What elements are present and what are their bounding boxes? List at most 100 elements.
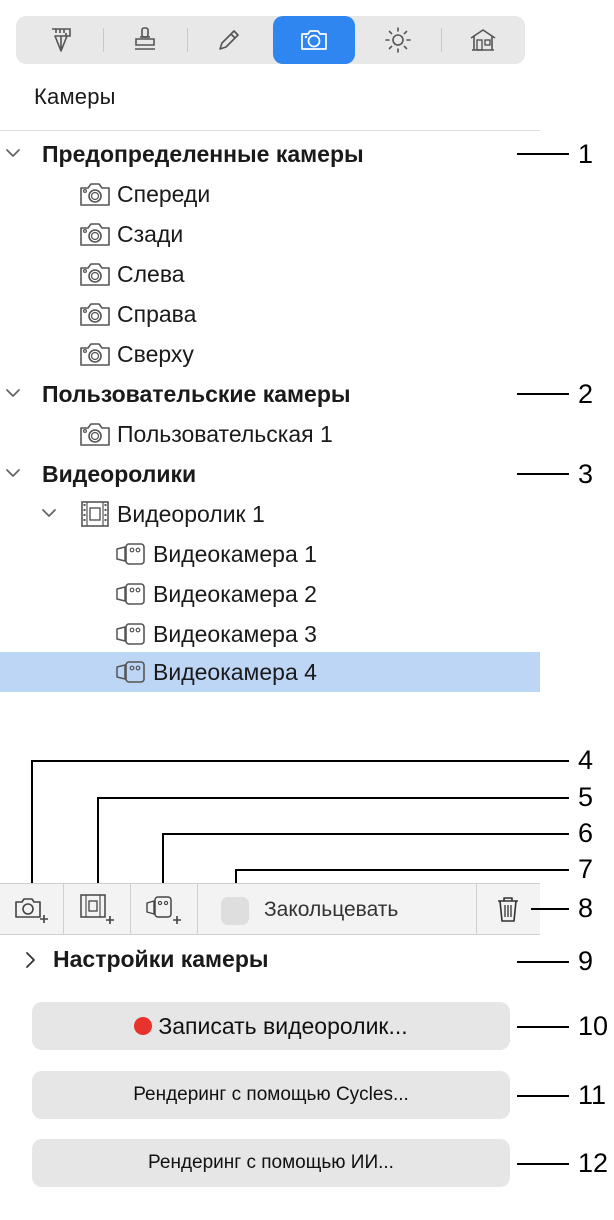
list-item-camera[interactable]: Спереди bbox=[0, 174, 540, 214]
tab-lighting[interactable] bbox=[357, 16, 439, 64]
view-mode-toolbar bbox=[16, 16, 525, 64]
callout-line bbox=[235, 869, 569, 871]
callout-number: 8 bbox=[578, 893, 594, 923]
add-camera-button[interactable] bbox=[0, 884, 62, 934]
item-label: Сзади bbox=[117, 221, 184, 247]
group-label: Предопределенные камеры bbox=[42, 141, 364, 167]
render-cycles-label: Рендеринг с помощью Cycles... bbox=[133, 1084, 409, 1105]
callout-line bbox=[517, 1026, 569, 1028]
house-icon bbox=[470, 29, 496, 51]
camera-icon bbox=[78, 179, 112, 209]
add-video-icon bbox=[79, 894, 114, 924]
item-label: Видеоролик 1 bbox=[117, 501, 265, 527]
list-item-camera[interactable]: Слева bbox=[0, 254, 540, 294]
list-item-videocamera[interactable]: Видеокамера 2 bbox=[0, 574, 540, 614]
list-item-camera[interactable]: Сзади bbox=[0, 214, 540, 254]
add-camera-icon bbox=[15, 898, 48, 923]
videocamera-icon bbox=[114, 579, 148, 609]
section-divider bbox=[0, 130, 540, 131]
callout-number: 3 bbox=[578, 459, 594, 489]
callout-number: 2 bbox=[578, 379, 594, 409]
callout-line bbox=[31, 760, 569, 762]
callout-number: 7 bbox=[578, 854, 594, 884]
callout-number: 11 bbox=[578, 1080, 607, 1110]
tab-stamp[interactable] bbox=[104, 16, 186, 64]
add-video-button[interactable] bbox=[64, 884, 129, 934]
item-label: Слева bbox=[117, 261, 185, 287]
loop-label: Закольцевать bbox=[264, 898, 399, 921]
callout-number: 10 bbox=[578, 1011, 609, 1041]
camera-icon bbox=[78, 339, 112, 369]
item-label: Видеокамера 4 bbox=[153, 659, 317, 685]
list-item-camera[interactable]: Пользовательская 1 bbox=[0, 414, 540, 454]
chevron-down-icon[interactable] bbox=[4, 384, 22, 402]
videocamera-icon bbox=[114, 539, 148, 569]
camera-icon bbox=[78, 299, 112, 329]
render-ai-button[interactable]: Рендеринг с помощью ИИ... bbox=[32, 1139, 510, 1187]
videocamera-icon bbox=[114, 619, 148, 649]
tab-house[interactable] bbox=[442, 16, 524, 64]
chevron-down-icon[interactable] bbox=[4, 144, 22, 162]
item-label: Сверху bbox=[117, 341, 194, 367]
tab-pencil[interactable] bbox=[188, 16, 270, 64]
list-item-video[interactable]: Видеоролик 1 bbox=[0, 494, 540, 534]
settings-label: Настройки камеры bbox=[53, 946, 269, 972]
callout-line bbox=[531, 908, 569, 910]
camera-icon bbox=[78, 419, 112, 449]
callout-line bbox=[162, 833, 569, 835]
delete-button[interactable] bbox=[477, 884, 539, 934]
record-video-button[interactable]: Записать видеоролик... bbox=[32, 1002, 510, 1050]
group-label: Видеоролики bbox=[42, 461, 197, 487]
callout-line bbox=[97, 797, 569, 799]
callout-line bbox=[97, 797, 99, 893]
item-label: Видеокамера 1 bbox=[153, 541, 317, 567]
item-label: Пользовательская 1 bbox=[117, 421, 333, 447]
chevron-down-icon[interactable] bbox=[40, 504, 58, 522]
sun-icon bbox=[385, 27, 411, 53]
camera-icon bbox=[78, 219, 112, 249]
measure-icon bbox=[52, 28, 71, 52]
videocamera-icon bbox=[114, 657, 148, 687]
item-label: Спереди bbox=[117, 181, 211, 207]
section-title: Камеры bbox=[34, 84, 116, 109]
render-cycles-button[interactable]: Рендеринг с помощью Cycles... bbox=[32, 1071, 510, 1119]
group-predefined-cameras[interactable]: Предопределенные камеры bbox=[0, 134, 540, 174]
record-dot-icon bbox=[134, 1017, 153, 1035]
chevron-right-icon[interactable] bbox=[22, 948, 40, 972]
item-label: Видеокамера 3 bbox=[153, 621, 317, 647]
camera-icon bbox=[78, 259, 112, 289]
trash-icon bbox=[498, 897, 518, 922]
stamp-icon bbox=[135, 27, 155, 50]
list-item-camera[interactable]: Сверху bbox=[0, 334, 540, 374]
callout-line bbox=[517, 1095, 569, 1097]
item-label: Справа bbox=[117, 301, 197, 327]
callout-number: 9 bbox=[578, 946, 594, 976]
loop-checkbox[interactable] bbox=[221, 897, 249, 925]
callout-number: 1 bbox=[578, 139, 594, 169]
callout-number: 12 bbox=[578, 1148, 609, 1178]
callout-line bbox=[517, 153, 569, 155]
pencil-icon bbox=[219, 30, 239, 50]
camera-actions-toolbar: Закольцевать bbox=[0, 883, 540, 935]
group-label: Пользовательские камеры bbox=[42, 381, 351, 407]
list-item-camera[interactable]: Справа bbox=[0, 294, 540, 334]
render-ai-label: Рендеринг с помощью ИИ... bbox=[148, 1152, 394, 1173]
list-item-videocamera[interactable]: Видеокамера 3 bbox=[0, 614, 540, 654]
record-label: Записать видеоролик... bbox=[158, 1012, 408, 1039]
add-videocamera-button[interactable] bbox=[131, 884, 196, 934]
callout-line bbox=[517, 1163, 569, 1165]
camera-icon bbox=[301, 30, 327, 50]
callout-line bbox=[517, 393, 569, 395]
chevron-down-icon[interactable] bbox=[4, 464, 22, 482]
item-label: Видеокамера 2 bbox=[153, 581, 317, 607]
callout-number: 6 bbox=[578, 818, 594, 848]
callout-line bbox=[517, 961, 569, 963]
group-user-cameras[interactable]: Пользовательские камеры bbox=[0, 374, 540, 414]
tab-cameras[interactable] bbox=[273, 16, 355, 64]
list-item-videocamera[interactable]: Видеокамера 1 bbox=[0, 534, 540, 574]
add-videocamera-icon bbox=[145, 896, 181, 924]
tab-measure[interactable] bbox=[20, 16, 102, 64]
film-icon bbox=[78, 499, 112, 529]
list-item-videocamera-selected[interactable]: Видеокамера 4 bbox=[0, 652, 540, 692]
group-videos[interactable]: Видеоролики bbox=[0, 454, 540, 494]
